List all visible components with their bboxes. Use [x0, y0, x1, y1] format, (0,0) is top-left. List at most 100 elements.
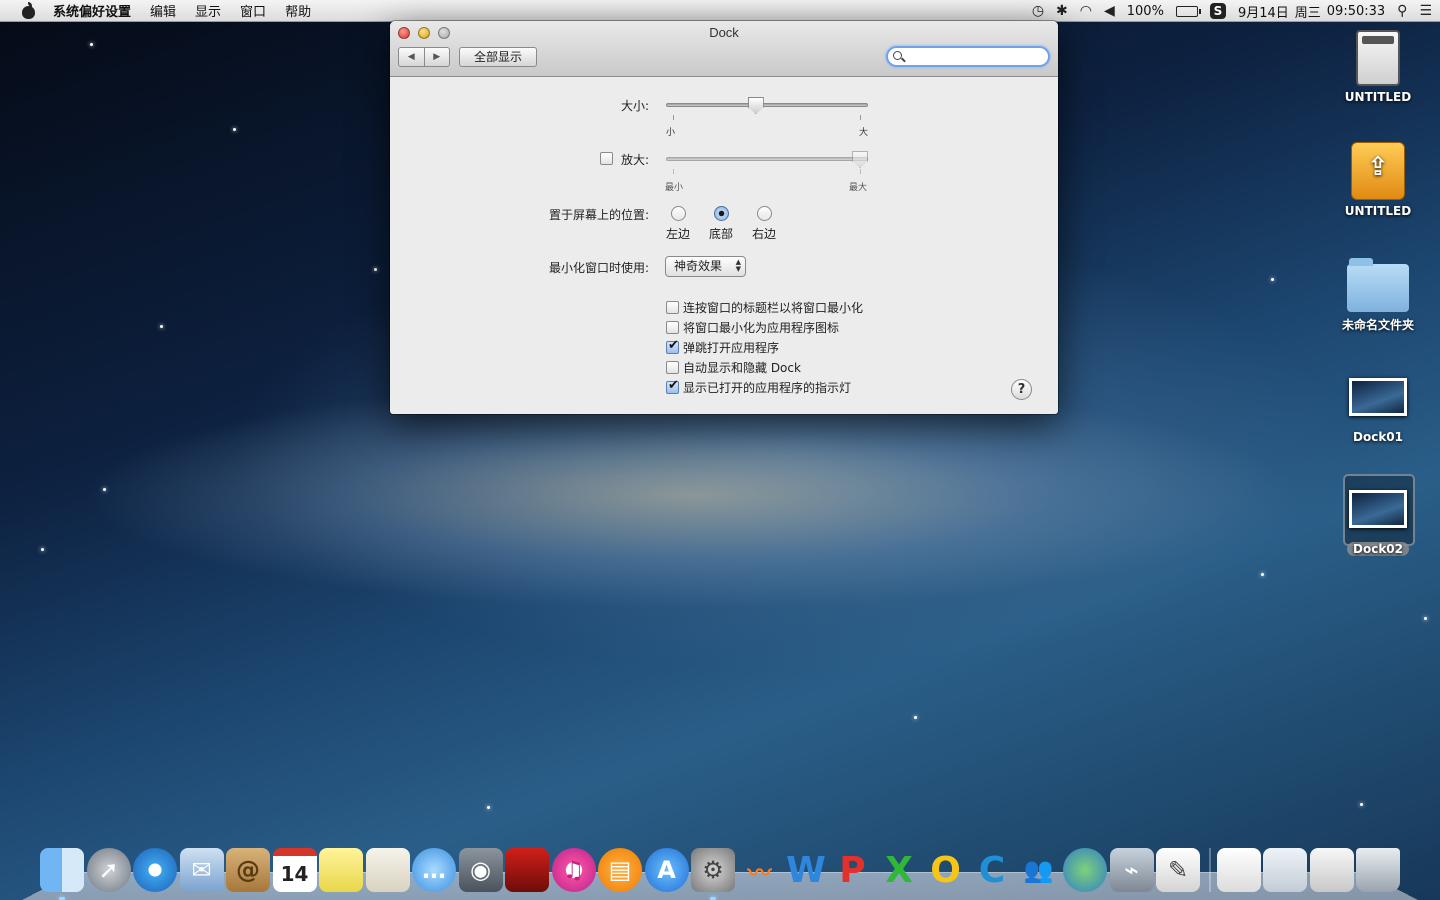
desktop-icon-label: 未命名文件夹 — [1341, 318, 1414, 332]
position-left-radio[interactable] — [671, 206, 686, 221]
time-machine-icon[interactable]: ◷ — [1032, 3, 1044, 19]
mail-icon[interactable]: ✉ — [179, 848, 224, 892]
forward-arrow-icon[interactable]: ▶ — [425, 48, 450, 66]
back-forward-control: ◀ ▶ — [398, 47, 450, 67]
menu-app-name[interactable]: 系统偏好设置 — [53, 1, 131, 20]
menu-view[interactable]: 显示 — [195, 1, 221, 20]
screenshot-icon — [1349, 490, 1407, 528]
option-checkbox-autohide[interactable] — [666, 361, 679, 374]
desktop-icon-dock02[interactable]: Dock02 — [1333, 490, 1423, 556]
option-checkbox-indicator-lights[interactable] — [666, 378, 679, 394]
battery-percent[interactable]: 100% — [1127, 4, 1164, 19]
system-preferences-icon[interactable]: ⚙ — [691, 848, 735, 900]
notes-icon[interactable] — [319, 848, 363, 892]
option-label-minimize-into-icon: 将窗口最小化为应用程序图标 — [683, 321, 840, 335]
search-field[interactable] — [886, 46, 1050, 67]
reminders-icon[interactable] — [365, 848, 410, 892]
magnify-slider-track[interactable] — [666, 157, 868, 161]
menu-help[interactable]: 帮助 — [285, 1, 311, 20]
back-arrow-icon[interactable]: ◀ — [399, 48, 425, 66]
facetime-icon[interactable]: ◉ — [458, 848, 503, 892]
show-all-button[interactable]: 全部显示 — [459, 47, 537, 67]
option-checkbox-minimize-into-icon[interactable] — [666, 321, 679, 334]
option-label-animate-opening: 弹跳打开应用程序 — [683, 341, 780, 355]
powerpoint-icon[interactable]: P — [831, 848, 875, 892]
itunes-icon[interactable]: ♫ — [551, 848, 596, 892]
excel-icon[interactable]: X — [877, 848, 921, 892]
magnify-slider-knob[interactable] — [852, 151, 868, 168]
textedit-icon[interactable]: ✎ — [1156, 848, 1200, 892]
menu-clock[interactable]: 09:50:33 — [1327, 4, 1385, 19]
word-icon[interactable]: W — [784, 848, 828, 892]
option-checkbox-double-click[interactable] — [666, 301, 679, 314]
notification-center-icon[interactable]: ☰ — [1419, 3, 1432, 19]
spotlight-icon[interactable]: ⚲ — [1397, 3, 1407, 19]
apple-menu-icon[interactable] — [19, 1, 39, 19]
messages-icon[interactable]: … — [412, 848, 456, 892]
option-checkbox-animate-opening[interactable] — [666, 338, 679, 354]
minimize-label: 最小化窗口时使用: — [548, 261, 649, 275]
wifi-icon[interactable]: ◠ — [1080, 3, 1092, 19]
contacts-icon[interactable]: @ — [226, 848, 270, 892]
size-slider-knob[interactable] — [747, 97, 764, 114]
remote-desktop-icon[interactable]: ⌁ — [1109, 848, 1154, 892]
preferences-pane: 大小: 小 大 放大: 最小 最大 置于屏幕上的位置: 左边 底部 右边 最小化… — [390, 77, 1058, 414]
volume-icon[interactable]: ◀ — [1104, 3, 1115, 19]
window-title: Dock — [709, 25, 739, 40]
size-slider-track[interactable] — [666, 103, 868, 107]
ibooks-icon[interactable]: ▤ — [598, 848, 642, 892]
launchpad-icon[interactable]: ➚ — [86, 848, 131, 892]
magnify-label: 放大: — [620, 153, 649, 167]
size-max-label: 大 — [859, 128, 869, 138]
dock-separator — [1208, 848, 1211, 892]
folder-stack-icon[interactable] — [1309, 848, 1354, 892]
star — [103, 488, 106, 491]
help-button[interactable]: ? — [1011, 379, 1032, 400]
magnify-checkbox[interactable] — [600, 152, 613, 165]
desktop-icon-folder[interactable]: 未命名文件夹 — [1333, 258, 1423, 333]
search-icon — [893, 51, 902, 60]
menu-window[interactable]: 窗口 — [240, 1, 266, 20]
option-label-autohide: 自动显示和隐藏 Dock — [683, 361, 801, 375]
menu-weekday[interactable]: 周三 — [1295, 2, 1321, 21]
position-label: 置于屏幕上的位置: — [548, 208, 649, 222]
documents-stack-icon[interactable] — [1216, 848, 1261, 892]
magnify-min-label: 最小 — [665, 183, 684, 193]
position-left-label: 左边 — [666, 227, 691, 241]
audio-app-icon[interactable]: 〰 — [738, 848, 782, 892]
menu-edit[interactable]: 编辑 — [150, 1, 176, 20]
option-label-indicator-lights: 显示已打开的应用程序的指示灯 — [683, 381, 852, 395]
position-bottom-radio[interactable] — [714, 206, 729, 221]
star — [233, 128, 236, 131]
downloads-stack-icon[interactable] — [1263, 848, 1307, 892]
photo-booth-icon[interactable] — [505, 848, 549, 892]
desktop-icon-dock01[interactable]: Dock01 — [1333, 378, 1423, 444]
desktop-icon-disk-image[interactable]: UNTITLED — [1333, 30, 1423, 104]
position-right-radio[interactable] — [757, 206, 772, 221]
battery-icon[interactable] — [1175, 5, 1201, 17]
calendar-icon[interactable]: 14 — [272, 848, 317, 892]
safari-icon[interactable] — [133, 848, 177, 892]
window-toolbar: Dock ◀ ▶ 全部显示 — [390, 21, 1058, 77]
bluetooth-icon[interactable]: ✱ — [1056, 3, 1068, 19]
trash-icon[interactable] — [1356, 848, 1400, 892]
minimize-effect-popup[interactable]: 神奇效果 ▲ ▼ — [665, 256, 746, 277]
star — [487, 806, 490, 809]
folder-icon — [1347, 258, 1409, 312]
disk-image-icon — [1356, 30, 1400, 86]
size-label: 大小: — [620, 99, 649, 113]
menu-date[interactable]: 9月14日 — [1238, 2, 1289, 21]
outlook-icon[interactable]: O — [924, 848, 968, 892]
app-store-icon[interactable]: A — [644, 848, 689, 892]
star — [41, 548, 44, 551]
dock-preferences-window: Dock ◀ ▶ 全部显示 大小: 小 大 放大: 最小 最大 置于屏幕上的位置… — [390, 21, 1058, 414]
input-source-icon[interactable]: S — [1209, 3, 1226, 19]
star — [90, 43, 93, 46]
messenger-icon[interactable]: 👥 — [1017, 848, 1061, 892]
finder-icon[interactable] — [40, 848, 84, 900]
network-globe-icon[interactable] — [1063, 848, 1107, 892]
desktop-icon-label: Dock02 — [1347, 542, 1409, 556]
lync-icon[interactable]: C — [970, 848, 1014, 892]
size-tick — [673, 115, 674, 120]
desktop-icon-usb-drive[interactable]: ⇪ UNTITLED — [1333, 142, 1423, 218]
